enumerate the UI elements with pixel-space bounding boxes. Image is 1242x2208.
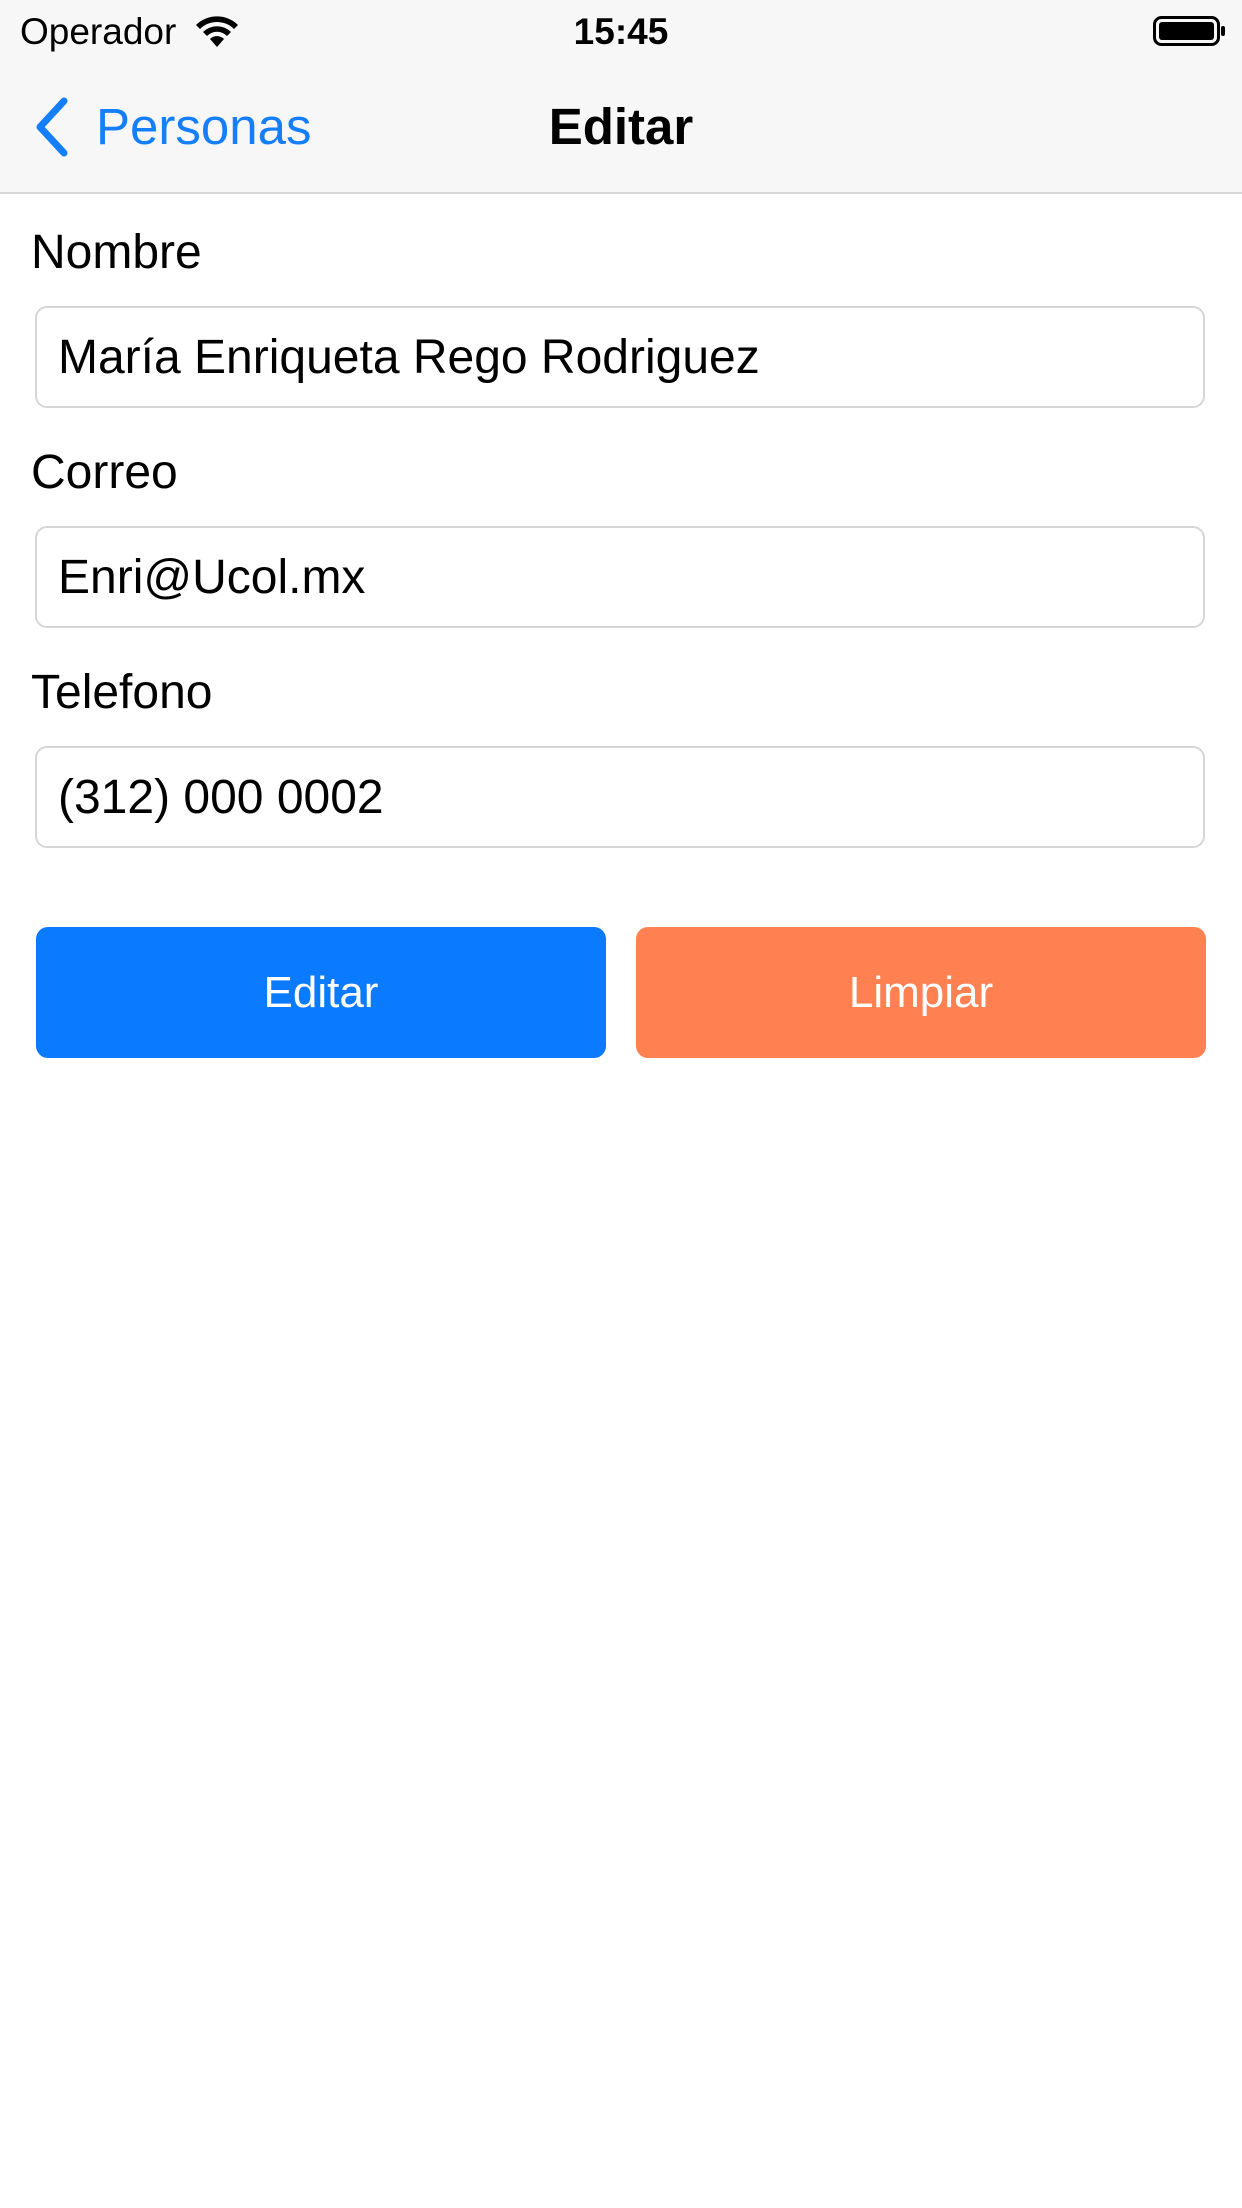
page-title: Editar: [548, 98, 694, 155]
correo-input[interactable]: [35, 526, 1205, 628]
clear-button[interactable]: Limpiar: [636, 927, 1206, 1058]
status-time: 15:45: [573, 11, 669, 52]
telefono-label: Telefono: [31, 666, 213, 719]
nombre-input[interactable]: [35, 306, 1205, 408]
telefono-input[interactable]: [35, 746, 1205, 848]
edit-person-screen: Operador 15:45 Personas Editar Nombre Co…: [0, 0, 1242, 2208]
correo-label: Correo: [31, 446, 178, 499]
battery-icon: [1153, 16, 1225, 46]
nombre-label: Nombre: [31, 226, 202, 279]
edit-button[interactable]: Editar: [36, 927, 606, 1058]
navigation-header: Operador 15:45 Personas Editar: [0, 0, 1242, 194]
